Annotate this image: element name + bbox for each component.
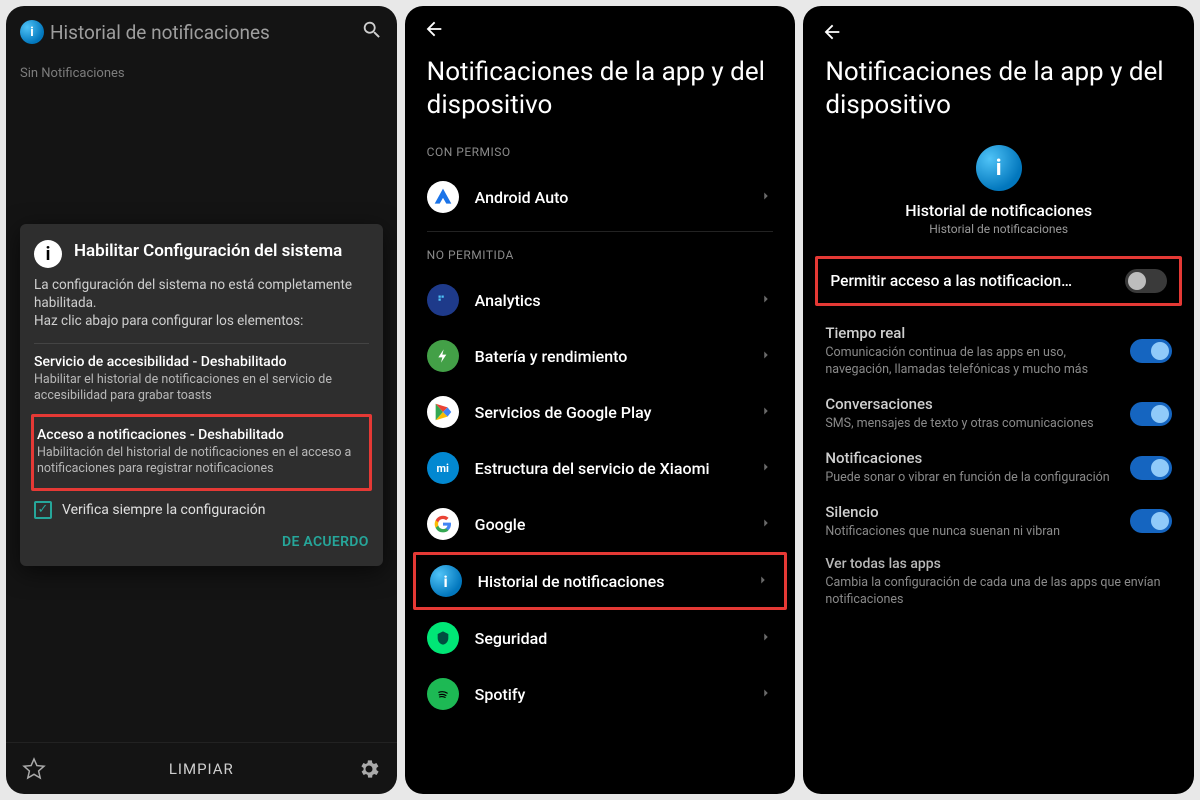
- chevron-right-icon: [759, 403, 773, 422]
- app-label: Spotify: [475, 685, 744, 704]
- category-realtime: Tiempo real Comunicación continua de las…: [803, 314, 1194, 385]
- see-all-title: Ver todas las apps: [825, 556, 1172, 572]
- category-title: Tiempo real: [825, 324, 1116, 342]
- app-label: Analytics: [475, 291, 744, 310]
- google-icon: [427, 508, 459, 540]
- item-desc: Habilitar el historial de notificaciones…: [34, 372, 369, 405]
- notification-history-icon: i: [430, 565, 462, 597]
- category-title: Conversaciones: [825, 395, 1116, 413]
- app-row-spotify[interactable]: Spotify: [405, 666, 796, 722]
- back-button[interactable]: [405, 6, 796, 52]
- security-icon: [427, 622, 459, 654]
- enable-settings-dialog: i Habilitar Configuración del sistema La…: [20, 224, 383, 566]
- screen-notification-access-list: Notificaciones de la app y del dispositi…: [405, 6, 796, 794]
- dialog-body: La configuración del sistema no está com…: [34, 276, 369, 331]
- allow-notification-access-row[interactable]: Permitir acceso a las notificacion…: [815, 256, 1182, 306]
- checkbox-label: Verifica siempre la configuración: [62, 502, 265, 518]
- category-desc: Puede sonar o vibrar en función de la co…: [825, 470, 1116, 487]
- chevron-right-icon: [759, 685, 773, 704]
- star-icon[interactable]: [22, 757, 46, 781]
- always-verify-checkbox-row[interactable]: ✓ Verifica siempre la configuración: [34, 491, 369, 525]
- page-title: Notificaciones de la app y del dispositi…: [405, 52, 796, 139]
- chevron-right-icon: [759, 347, 773, 366]
- clear-button[interactable]: LIMPIAR: [46, 760, 357, 778]
- category-notifications: Notificaciones Puede sonar o vibrar en f…: [803, 439, 1194, 493]
- app-row-xiaomi-service[interactable]: mi Estructura del servicio de Xiaomi: [405, 440, 796, 496]
- chevron-right-icon: [759, 291, 773, 310]
- app-large-icon: i: [976, 145, 1022, 191]
- permission-label: Permitir acceso a las notificacion…: [830, 272, 1113, 290]
- app-row-notification-history[interactable]: i Historial de notificaciones: [413, 552, 788, 610]
- item-title: Servicio de accesibilidad - Deshabilitad…: [34, 354, 369, 370]
- battery-icon: [427, 340, 459, 372]
- category-silent: Silencio Notificaciones que nunca suenan…: [803, 493, 1194, 547]
- accessibility-service-item[interactable]: Servicio de accesibilidad - Deshabilitad…: [34, 343, 369, 415]
- gear-icon[interactable]: [357, 757, 381, 781]
- category-desc: Notificaciones que nunca suenan ni vibra…: [825, 524, 1116, 541]
- app-row-security[interactable]: Seguridad: [405, 610, 796, 666]
- category-desc: Comunicación continua de las apps en uso…: [825, 345, 1116, 379]
- app-label: Historial de notificaciones: [478, 572, 741, 591]
- app-label: Android Auto: [475, 188, 744, 207]
- see-all-apps-row[interactable]: Ver todas las apps Cambia la configuraci…: [803, 546, 1194, 615]
- app-label: Batería y rendimiento: [475, 347, 744, 366]
- app-header: i Historial de notificaciones: [6, 6, 397, 58]
- chevron-right-icon: [759, 188, 773, 207]
- analytics-icon: [427, 284, 459, 316]
- dialog-ok-button[interactable]: DE ACUERDO: [34, 525, 369, 556]
- notifications-toggle[interactable]: [1130, 456, 1172, 480]
- app-label: Servicios de Google Play: [475, 403, 744, 422]
- checkbox-icon: ✓: [34, 501, 52, 519]
- page-title: Notificaciones de la app y del dispositi…: [803, 52, 1194, 139]
- xiaomi-icon: mi: [427, 452, 459, 484]
- app-identity: i Historial de notificaciones Historial …: [803, 139, 1194, 250]
- app-label: Google: [475, 515, 744, 534]
- bottom-toolbar: LIMPIAR: [6, 742, 397, 794]
- chevron-right-icon: [759, 459, 773, 478]
- info-icon: i: [34, 240, 62, 268]
- item-desc: Habilitación del historial de notificaci…: [37, 445, 366, 478]
- screen-notification-history-app: i Historial de notificaciones Sin Notifi…: [6, 6, 397, 794]
- chevron-right-icon: [759, 629, 773, 648]
- screen-app-notification-permission: Notificaciones de la app y del dispositi…: [803, 6, 1194, 794]
- section-denied: NO PERMITIDA: [405, 242, 796, 272]
- category-conversations: Conversaciones SMS, mensajes de texto y …: [803, 385, 1194, 439]
- play-services-icon: [427, 396, 459, 428]
- realtime-toggle[interactable]: [1130, 339, 1172, 363]
- divider: [427, 231, 774, 232]
- search-icon[interactable]: [361, 19, 383, 45]
- back-button[interactable]: [803, 6, 1194, 52]
- spotify-icon: [427, 678, 459, 710]
- app-row-analytics[interactable]: Analytics: [405, 272, 796, 328]
- silent-toggle[interactable]: [1130, 509, 1172, 533]
- section-allowed: CON PERMISO: [405, 139, 796, 169]
- android-auto-icon: [427, 181, 459, 213]
- dialog-title: Habilitar Configuración del sistema: [74, 240, 342, 268]
- see-all-desc: Cambia la configuración de cada una de l…: [825, 575, 1172, 609]
- app-row-android-auto[interactable]: Android Auto: [405, 169, 796, 225]
- app-logo-icon: i: [20, 20, 44, 44]
- app-row-google[interactable]: Google: [405, 496, 796, 552]
- category-title: Notificaciones: [825, 449, 1116, 467]
- app-label: Estructura del servicio de Xiaomi: [475, 459, 744, 478]
- chevron-right-icon: [756, 572, 770, 591]
- permission-toggle[interactable]: [1125, 269, 1167, 293]
- app-title: Historial de notificaciones: [50, 21, 361, 44]
- app-subtitle: Historial de notificaciones: [929, 222, 1068, 236]
- app-label: Seguridad: [475, 629, 744, 648]
- empty-state-text: Sin Notificaciones: [6, 58, 397, 89]
- app-name: Historial de notificaciones: [905, 201, 1092, 220]
- item-title: Acceso a notificaciones - Deshabilitado: [37, 427, 366, 443]
- notification-access-item[interactable]: Acceso a notificaciones - Deshabilitado …: [31, 414, 372, 491]
- app-row-battery[interactable]: Batería y rendimiento: [405, 328, 796, 384]
- category-title: Silencio: [825, 503, 1116, 521]
- chevron-right-icon: [759, 515, 773, 534]
- conversations-toggle[interactable]: [1130, 402, 1172, 426]
- app-row-google-play-services[interactable]: Servicios de Google Play: [405, 384, 796, 440]
- category-desc: SMS, mensajes de texto y otras comunicac…: [825, 416, 1116, 433]
